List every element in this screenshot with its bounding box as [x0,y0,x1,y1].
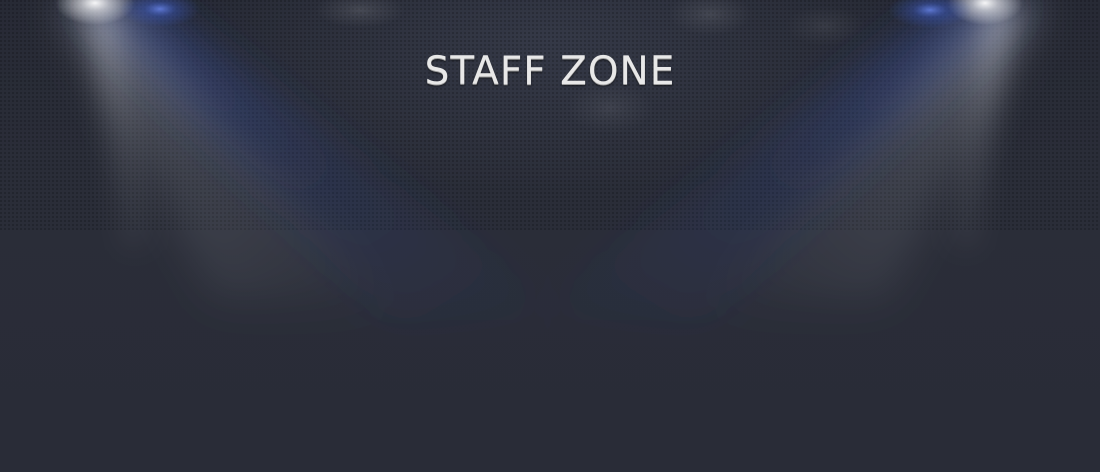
right-white-beam [705,0,1040,310]
right-white-light-source [947,0,1023,25]
right-soft-light [785,6,865,46]
left-white-beam-core [86,10,158,250]
right-blue-light-source [888,0,972,28]
right-blue-beam [520,0,1030,320]
left-blue-light-source [120,0,200,27]
center-left-soft-light [315,0,405,28]
right-white-beam-core [942,10,1014,250]
staff-zone-header: STAFF ZONE [0,0,1100,472]
page-title: STAFF ZONE [424,49,676,94]
left-spotlight-beam-group [60,0,575,320]
center-right-soft-light [668,0,752,36]
dot-mesh-background [0,0,1100,230]
right-spotlight-beam-group [520,0,1040,320]
left-white-light-source [55,0,135,25]
left-blue-beam [72,0,575,320]
left-white-beam [60,0,395,310]
